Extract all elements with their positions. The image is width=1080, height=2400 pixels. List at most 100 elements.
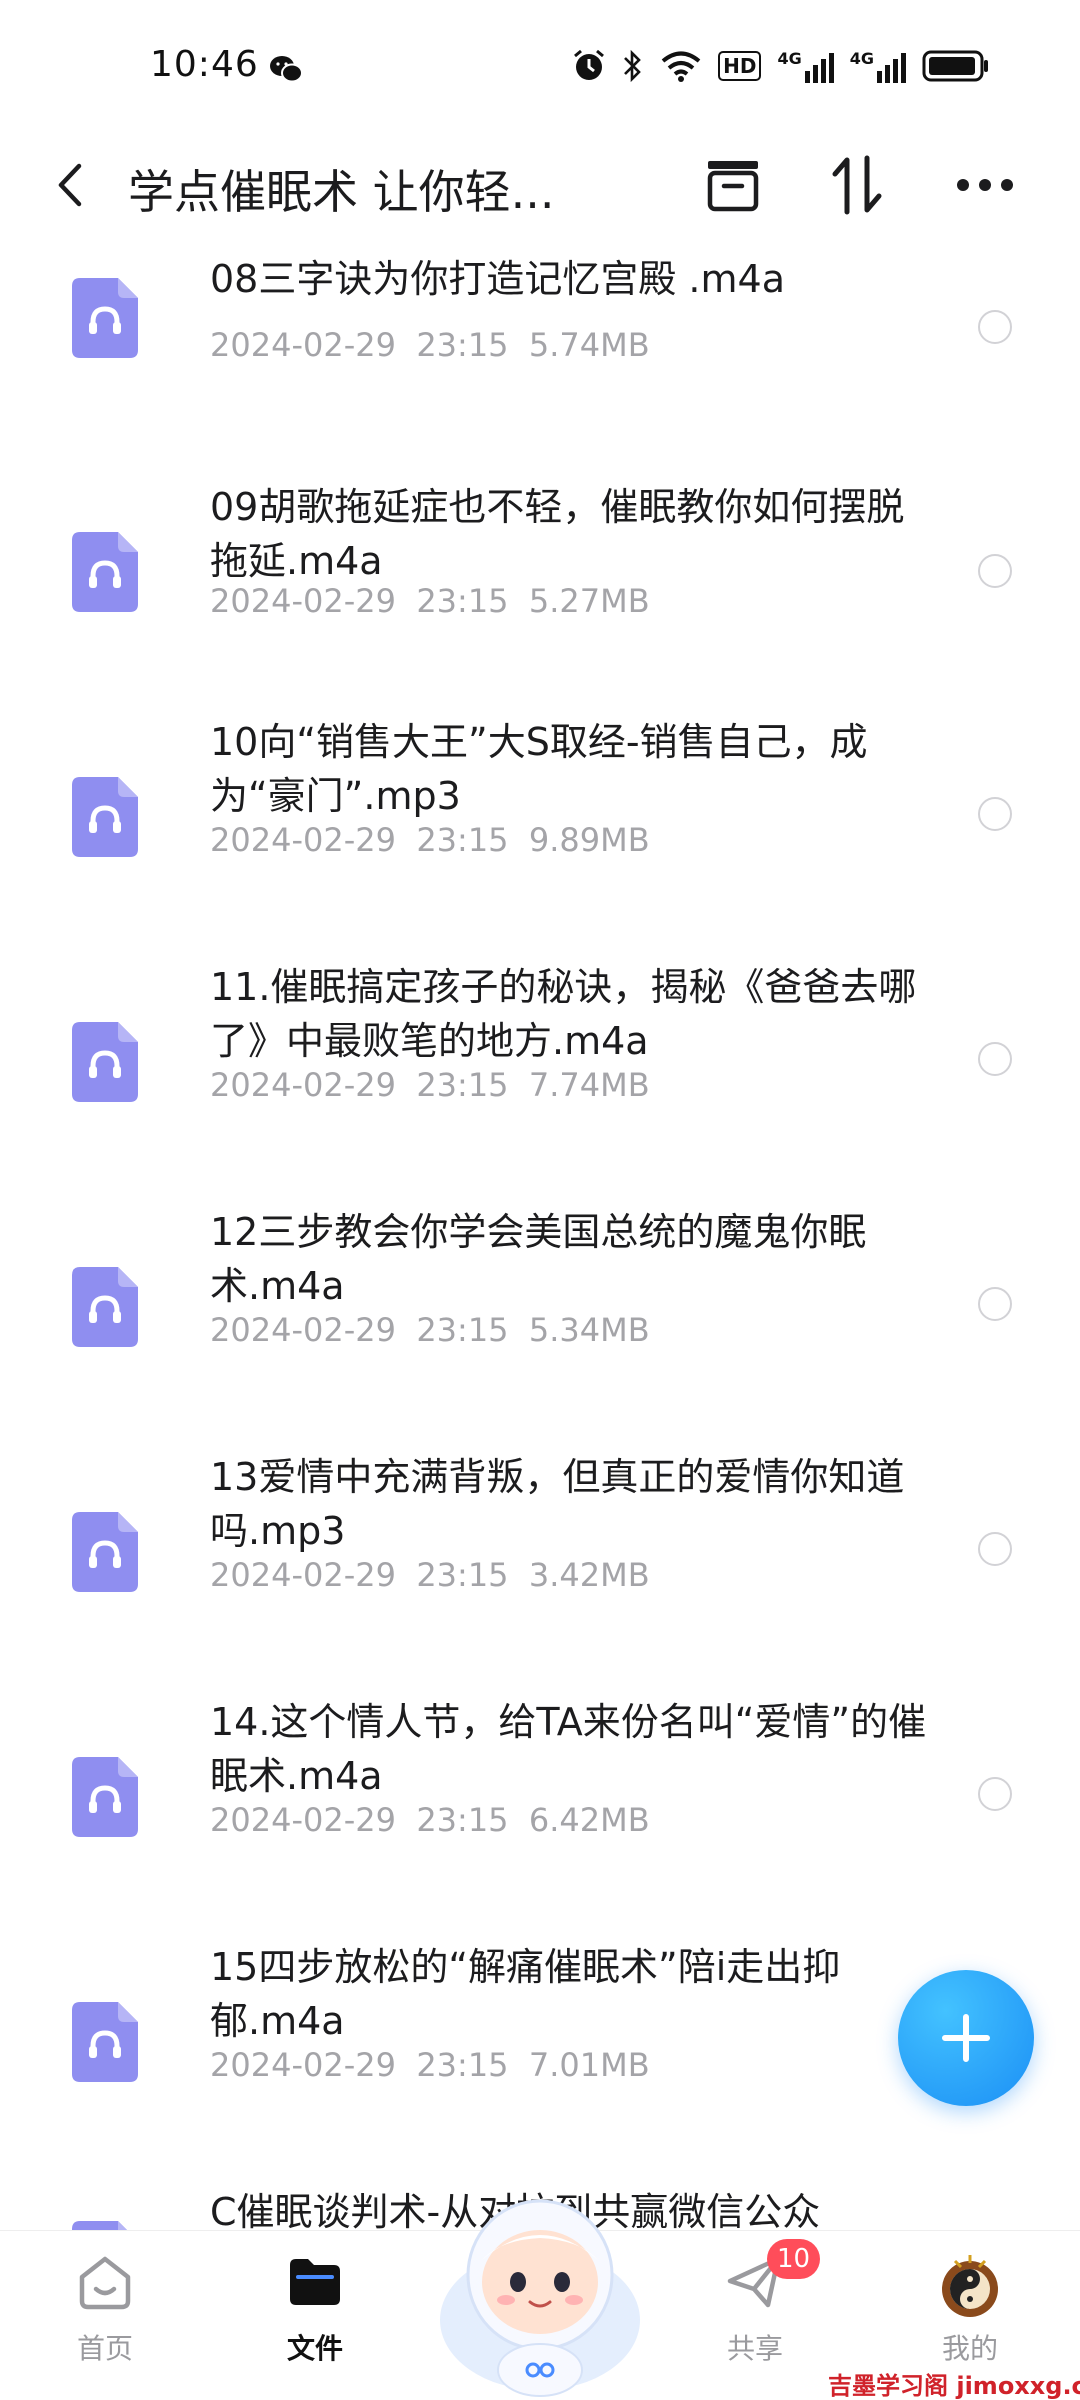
- select-radio[interactable]: [978, 797, 1012, 831]
- nav-mine[interactable]: 我的: [900, 2251, 1040, 2381]
- nav-label: 我的: [941, 2332, 998, 2365]
- more-icon: [957, 179, 1013, 191]
- folder-icon: [290, 2259, 340, 2305]
- file-time: 23:15: [416, 1066, 509, 1104]
- audio-file-icon: [72, 1757, 138, 1837]
- file-name: 09胡歌拖延症也不轻，催眠教你如何摆脱拖延.m4a: [210, 485, 905, 583]
- bluetooth-icon: [624, 49, 641, 83]
- file-date: 2024-02-29: [210, 1556, 396, 1594]
- plus-icon: [942, 2014, 990, 2062]
- audio-file-icon: [72, 777, 138, 857]
- file-date: 2024-02-29: [210, 1066, 396, 1104]
- file-row[interactable]: 14.这个情人节，给TA来份名叫“爱情”的催眠术.m4a 2024-02-29 …: [0, 1665, 1080, 1910]
- audio-file-icon: [72, 2221, 127, 2230]
- add-button[interactable]: [898, 1970, 1034, 2106]
- file-name: 10向“销售大王”大S取经-销售自己，成为“豪门”.mp3: [210, 720, 868, 818]
- nav-share[interactable]: 共享 10: [685, 2239, 825, 2381]
- mascot-icon[interactable]: [430, 2170, 650, 2400]
- hd-indicator: HD: [718, 51, 762, 81]
- file-meta: 2024-02-29 23:15 7.01MB: [210, 2046, 650, 2084]
- file-date: 2024-02-29: [210, 1801, 396, 1839]
- file-time: 23:15: [416, 2046, 509, 2084]
- audio-file-icon: [72, 532, 138, 612]
- file-date: 2024-02-29: [210, 326, 396, 364]
- notification-badge: 10: [767, 2239, 821, 2279]
- nav-home[interactable]: 首页: [35, 2251, 175, 2381]
- select-radio[interactable]: [978, 310, 1012, 344]
- select-radio[interactable]: [978, 1777, 1012, 1811]
- file-time: 23:15: [416, 821, 509, 859]
- file-date: 2024-02-29: [210, 821, 396, 859]
- file-name: 14.这个情人节，给TA来份名叫“爱情”的催眠术.m4a: [210, 1700, 927, 1798]
- home-icon: [79, 2256, 131, 2310]
- file-row[interactable]: 13爱情中充满背叛，但真正的爱情你知道吗.mp3 2024-02-29 23:1…: [0, 1420, 1080, 1665]
- audio-file-icon: [72, 1267, 138, 1347]
- audio-file-icon: [72, 1512, 138, 1592]
- file-time: 23:15: [416, 326, 509, 364]
- alarm-icon: [574, 49, 605, 80]
- file-size: 3.42MB: [528, 1556, 650, 1594]
- sort-button[interactable]: [822, 150, 892, 220]
- select-radio[interactable]: [978, 554, 1012, 588]
- nav-label: 共享: [726, 2332, 783, 2365]
- nav-files[interactable]: 文件: [245, 2251, 385, 2381]
- wifi-icon: [661, 51, 701, 82]
- select-radio[interactable]: [978, 1532, 1012, 1566]
- file-time: 23:15: [416, 1556, 509, 1594]
- select-radio[interactable]: [978, 1287, 1012, 1321]
- file-size: 6.42MB: [528, 1801, 650, 1839]
- file-row[interactable]: 10向“销售大王”大S取经-销售自己，成为“豪门”.mp3 2024-02-29…: [0, 685, 1080, 930]
- file-name: 11.催眠搞定孩子的秘诀，揭秘《爸爸去哪了》中最败笔的地方.m4a: [210, 965, 917, 1063]
- signal-bars-icon: [804, 53, 834, 83]
- audio-file-icon: [72, 2002, 138, 2082]
- archive-icon: [707, 161, 759, 212]
- file-row[interactable]: 08三字诀为你打造记忆宫殿 .m4a 2024-02-29 23:15 5.74…: [0, 240, 1080, 440]
- nav-label: 首页: [76, 2332, 133, 2365]
- file-row[interactable]: 09胡歌拖延症也不轻，催眠教你如何摆脱拖延.m4a 2024-02-29 23:…: [0, 440, 1080, 685]
- file-time: 23:15: [416, 1801, 509, 1839]
- file-list: 08三字诀为你打造记忆宫殿 .m4a 2024-02-29 23:15 5.74…: [0, 240, 1080, 2230]
- file-row[interactable]: 12三步教会你学会美国总统的魔鬼你眠术.m4a 2024-02-29 23:15…: [0, 1175, 1080, 1420]
- file-name: 12三步教会你学会美国总统的魔鬼你眠术.m4a: [210, 1210, 867, 1308]
- file-meta: 2024-02-29 23:15 3.42MB: [210, 1556, 650, 1594]
- signal-1: 4G: [777, 49, 834, 83]
- select-radio[interactable]: [978, 1042, 1012, 1076]
- file-size: 9.89MB: [528, 821, 650, 859]
- file-meta: 2024-02-29 23:15 9.89MB: [210, 821, 650, 859]
- audio-file-icon: [72, 278, 138, 358]
- file-meta: 2024-02-29 23:15 7.74MB: [210, 1066, 650, 1104]
- avatar-icon: [942, 2255, 998, 2317]
- file-time: 23:15: [416, 1311, 509, 1349]
- file-name: 13爱情中充满背叛，但真正的爱情你知道吗.mp3: [210, 1455, 905, 1553]
- more-button[interactable]: [950, 150, 1020, 220]
- battery-icon: [922, 50, 988, 82]
- file-size: 7.74MB: [528, 1066, 650, 1104]
- signal-2: 4G: [850, 49, 906, 83]
- top-bar: 学点催眠术 让你轻...: [0, 130, 1080, 240]
- file-date: 2024-02-29: [210, 582, 396, 620]
- file-date: 2024-02-29: [210, 1311, 396, 1349]
- file-name: 08三字诀为你打造记忆宫殿 .m4a: [210, 257, 785, 301]
- file-meta: 2024-02-29 23:15 6.42MB: [210, 1801, 650, 1839]
- file-size: 5.27MB: [528, 582, 650, 620]
- file-size: 5.74MB: [528, 326, 650, 364]
- audio-file-icon: [72, 1022, 138, 1102]
- watermark: 吉墨学习阁 jimoxxg.com: [828, 2372, 1080, 2400]
- file-size: 5.34MB: [528, 1311, 650, 1349]
- signal-bars-icon: [877, 53, 906, 83]
- back-button[interactable]: [40, 150, 100, 220]
- nav-label: 文件: [286, 2332, 343, 2365]
- archive-button[interactable]: [698, 150, 768, 220]
- file-meta: 2024-02-29 23:15 5.34MB: [210, 1311, 650, 1349]
- sort-icon: [832, 155, 882, 215]
- file-name: 15四步放松的“解痛催眠术”陪i走出抑郁.m4a: [210, 1945, 841, 2043]
- back-arrow-icon: [58, 163, 82, 207]
- file-time: 23:15: [416, 582, 509, 620]
- file-date: 2024-02-29: [210, 2046, 396, 2084]
- file-size: 7.01MB: [528, 2046, 650, 2084]
- file-row[interactable]: 11.催眠搞定孩子的秘诀，揭秘《爸爸去哪了》中最败笔的地方.m4a 2024-0…: [0, 930, 1080, 1175]
- status-time: 10:46: [150, 44, 259, 85]
- wechat-icon: [270, 56, 303, 83]
- status-bar: 10:46 HD 4G 4G: [0, 0, 1080, 130]
- page-title: 学点催眠术 让你轻...: [128, 165, 555, 219]
